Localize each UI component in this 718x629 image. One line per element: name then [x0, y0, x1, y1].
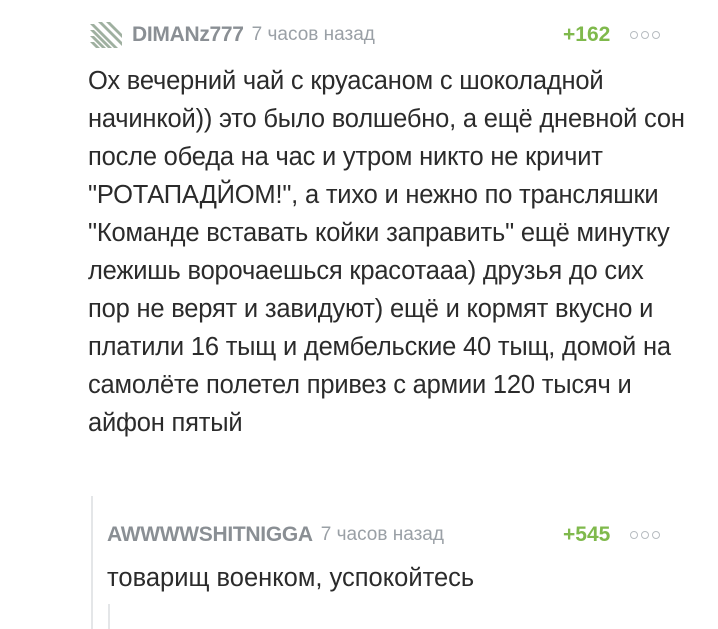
thread-line — [108, 604, 110, 629]
comment: AWWWWSHITNIGGA 7 часов назад +545 товари… — [107, 518, 677, 596]
comment-text: Ох вечерний чай с круасаном с шоколадной… — [88, 67, 685, 437]
more-options-icon[interactable] — [630, 531, 660, 539]
avatar[interactable] — [88, 18, 124, 52]
timestamp[interactable]: 7 часов назад — [321, 524, 444, 546]
timestamp[interactable]: 7 часов назад — [252, 24, 375, 46]
rating-score: +162 — [563, 23, 611, 46]
more-options-icon[interactable] — [630, 31, 660, 39]
diagonal-stripes-icon — [90, 22, 122, 48]
username[interactable]: AWWWWSHITNIGGA — [107, 523, 313, 547]
comment-header: AWWWWSHITNIGGA 7 часов назад +545 — [107, 518, 677, 552]
rating-score: +545 — [563, 523, 611, 546]
comment-header: DIMANz777 7 часов назад +162 — [88, 18, 688, 52]
thread-line — [91, 496, 93, 629]
username[interactable]: DIMANz777 — [132, 23, 244, 47]
comment-text: товарищ военком, успокойтесь — [107, 564, 475, 592]
comment: DIMANz777 7 часов назад +162 Ох вечерний… — [88, 18, 688, 442]
